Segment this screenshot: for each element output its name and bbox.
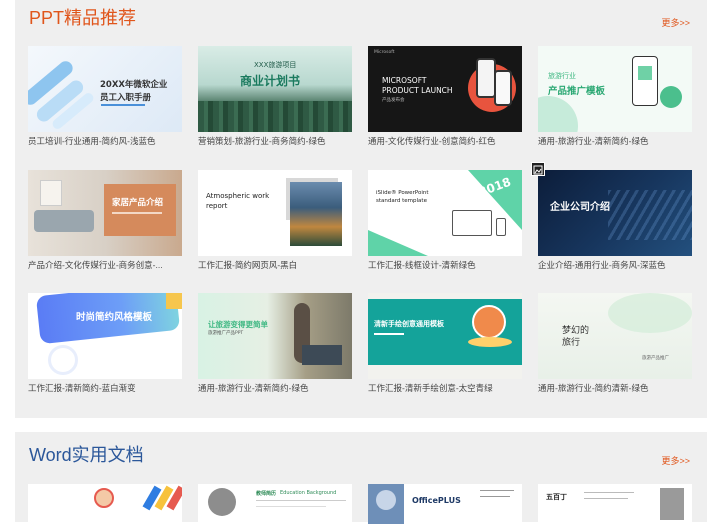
thumb-title: 旅游行业 [548, 72, 576, 80]
thumb-title: MICROSOFT [382, 76, 427, 85]
ppt-thumb-4[interactable]: 旅游行业 产品推广模板 [538, 46, 692, 132]
ppt-caption-12[interactable]: 通用-旅游行业-简约清新-绿色 [538, 382, 692, 394]
ppt-card-8[interactable]: 企业公司介绍 企业介绍-通用行业-商务风-深蓝色 [538, 170, 692, 270]
ppt-card-11[interactable]: 清新手绘创意通用模板 工作汇报-清新手绘创意-太空青绿 [368, 293, 522, 393]
thumb-title: Atmospheric work [206, 192, 270, 200]
word-section: Word实用文档 更多>> 教师简历 Education Background … [15, 432, 707, 524]
thumb-subtitle: PRODUCT LAUNCH [382, 86, 453, 95]
ppt-card-2[interactable]: XXX旅游项目 商业计划书 营销策划-旅游行业-商务简约-绿色 [198, 46, 352, 146]
ppt-caption-4[interactable]: 通用-旅游行业-清新简约-绿色 [538, 135, 692, 147]
ppt-thumb-3[interactable]: Microsoft MICROSOFT PRODUCT LAUNCH 产品发布会 [368, 46, 522, 132]
ppt-card-5[interactable]: 家居产品介绍 产品介绍-文化传媒行业-商务创意-... [28, 170, 182, 270]
ppt-thumb-2[interactable]: XXX旅游项目 商业计划书 [198, 46, 352, 132]
thumb-subtitle: 员工入职手册 [100, 93, 152, 103]
thumb-title: 家居产品介绍 [112, 198, 164, 208]
ppt-thumb-8[interactable]: 企业公司介绍 [538, 170, 692, 256]
word-more-link[interactable]: 更多>> [661, 455, 690, 467]
ppt-caption-2[interactable]: 营销策划-旅游行业-商务简约-绿色 [198, 135, 352, 147]
ppt-thumb-12[interactable]: 梦幻的 旅行 旅游产品推广 [538, 293, 692, 379]
thumb-title: 让旅游变得更简单 [208, 320, 268, 329]
thumb-title: iSlide® PowerPoint [376, 190, 429, 196]
ppt-caption-10[interactable]: 通用-旅游行业-清新简约-绿色 [198, 382, 352, 394]
image-icon[interactable] [531, 162, 545, 176]
word-thumb-3[interactable]: OfficePLUS [368, 484, 522, 524]
thumb-subtitle: 产品推广模板 [548, 86, 606, 97]
thumb-title: 20XX年微软企业 [100, 80, 168, 90]
word-thumb-1[interactable] [28, 484, 182, 524]
word-thumb-2[interactable]: 教师简历 Education Background [198, 484, 352, 524]
ppt-thumb-11[interactable]: 清新手绘创意通用模板 [368, 293, 522, 379]
ppt-thumb-10[interactable]: 让旅游变得更简单 旅游推广产品PPT [198, 293, 352, 379]
ppt-thumb-9[interactable]: 时尚简约风格模板 [28, 293, 182, 379]
ppt-card-10[interactable]: 让旅游变得更简单 旅游推广产品PPT 通用-旅游行业-清新简约-绿色 [198, 293, 352, 393]
ppt-card-6[interactable]: Atmospheric work report 工作汇报-简约网页风-黑白 [198, 170, 352, 270]
ppt-thumb-6[interactable]: Atmospheric work report [198, 170, 352, 256]
thumb-title: 时尚简约风格模板 [76, 312, 153, 323]
thumb-title: 企业公司介绍 [550, 202, 610, 213]
ppt-thumb-5[interactable]: 家居产品介绍 [28, 170, 182, 256]
ppt-caption-5[interactable]: 产品介绍-文化传媒行业-商务创意-... [28, 259, 182, 271]
ppt-caption-7[interactable]: 工作汇报-线框设计-清新绿色 [368, 259, 522, 271]
thumb-subtitle: standard template [376, 198, 427, 204]
word-thumb-heading: Education Background [280, 490, 337, 496]
word-thumb-name: 教师简历 [256, 491, 277, 497]
ppt-thumb-1[interactable]: 20XX年微软企业 员工入职手册 [28, 46, 182, 132]
thumb-subtitle: 旅游推广产品PPT [208, 331, 244, 336]
thumb-subtitle: report [206, 202, 228, 210]
word-section-title: Word实用文档 [29, 445, 144, 465]
word-thumb-brand: OfficePLUS [412, 496, 461, 505]
thumb-title: 清新手绘创意通用模板 [374, 320, 444, 328]
ppt-card-9[interactable]: 时尚简约风格模板 工作汇报-清新简约-蓝白渐变 [28, 293, 182, 393]
ppt-card-1[interactable]: 20XX年微软企业 员工入职手册 员工培训-行业通用-简约风-浅蓝色 [28, 46, 182, 146]
ppt-thumb-7[interactable]: iSlide® PowerPoint standard template 201… [368, 170, 522, 256]
ppt-section: PPT精品推荐 更多>> 20XX年微软企业 员工入职手册 员工培训-行业通用-… [15, 0, 707, 418]
thumb-tagline: 产品发布会 [382, 98, 405, 103]
ppt-card-12[interactable]: 梦幻的 旅行 旅游产品推广 通用-旅游行业-简约清新-绿色 [538, 293, 692, 393]
ppt-caption-6[interactable]: 工作汇报-简约网页风-黑白 [198, 259, 352, 271]
word-thumb-name: 五百丁 [546, 493, 567, 501]
ppt-section-title: PPT精品推荐 [29, 8, 137, 28]
ppt-caption-11[interactable]: 工作汇报-清新手绘创意-太空青绿 [368, 382, 522, 394]
ppt-more-link[interactable]: 更多>> [661, 17, 690, 29]
thumb-subtitle: 商业计划书 [240, 74, 301, 88]
thumb-tagline: 旅游产品推广 [642, 356, 669, 361]
ppt-caption-8[interactable]: 企业介绍-通用行业-商务风-深蓝色 [538, 259, 692, 271]
word-thumb-4[interactable]: 五百丁 [538, 484, 692, 524]
ppt-caption-1[interactable]: 员工培训-行业通用-简约风-浅蓝色 [28, 135, 182, 147]
thumb-subtitle: 旅行 [562, 338, 581, 348]
ppt-card-3[interactable]: Microsoft MICROSOFT PRODUCT LAUNCH 产品发布会… [368, 46, 522, 146]
ppt-caption-9[interactable]: 工作汇报-清新简约-蓝白渐变 [28, 382, 182, 394]
ppt-card-4[interactable]: 旅游行业 产品推广模板 通用-旅游行业-清新简约-绿色 [538, 46, 692, 146]
thumb-title: XXX旅游项目 [254, 61, 297, 69]
ppt-card-7[interactable]: iSlide® PowerPoint standard template 201… [368, 170, 522, 270]
ppt-caption-3[interactable]: 通用-文化传媒行业-创意简约-红色 [368, 135, 522, 147]
